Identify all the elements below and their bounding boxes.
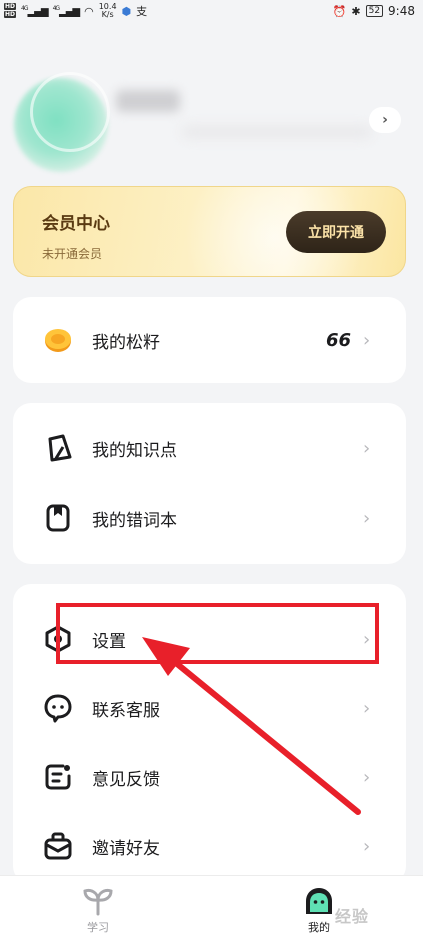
wrongbook-icon	[43, 503, 73, 533]
seeds-label: 我的松籽	[92, 332, 160, 353]
watermark: 经验	[335, 907, 370, 926]
profile-header[interactable]: ›	[0, 60, 423, 180]
list-item-support[interactable]: 联系客服 ›	[13, 675, 406, 741]
wifi-icon: ◠	[84, 4, 94, 18]
list-item-feedback[interactable]: 意见反馈 ›	[13, 744, 406, 810]
invite-icon	[43, 831, 73, 861]
chevron-right-icon: ›	[363, 507, 371, 529]
tab-study[interactable]: 学习	[68, 886, 128, 935]
list-item-knowledge[interactable]: 我的知识点 ›	[13, 415, 406, 481]
status-bar: HD HD 4G▂▄▆ 4G▂▄▆ ◠ 10.4 K/s ⬢ 支 ⏰ ✱ 52 …	[0, 0, 423, 22]
invite-label: 邀请好友	[92, 838, 160, 859]
network-speed: 10.4 K/s	[98, 2, 117, 19]
list-item-invite[interactable]: 邀请好友 ›	[13, 813, 406, 879]
wrongbook-label: 我的错词本	[92, 510, 177, 531]
seeds-count: 66	[326, 329, 352, 351]
vip-title: 会员中心	[42, 214, 110, 234]
list-item-seeds[interactable]: 我的松籽 66 ›	[13, 307, 406, 373]
alarm-icon: ⏰	[332, 4, 347, 18]
highlight-box	[56, 603, 379, 664]
profile-arrow-button[interactable]: ›	[369, 107, 401, 133]
hd-badge: HD HD	[4, 3, 17, 18]
chevron-right-icon: ›	[363, 437, 371, 459]
battery-indicator: 52	[365, 5, 384, 17]
mascot-icon	[306, 888, 332, 914]
chevron-right-icon: ›	[363, 697, 371, 719]
tab-study-label: 学习	[87, 921, 109, 934]
sprout-icon	[83, 888, 113, 916]
vip-status: 未开通会员	[42, 247, 103, 261]
username-blurred	[116, 90, 180, 112]
clock: 9:48	[388, 4, 415, 18]
knowledge-label: 我的知识点	[92, 440, 177, 461]
alipay-icon: 支	[136, 5, 148, 18]
chevron-right-icon: ›	[363, 835, 371, 857]
bluetooth-icon: ✱	[351, 4, 361, 18]
chat-icon	[43, 693, 73, 723]
signal-icon: 4G▂▄▆	[52, 4, 81, 18]
chevron-right-icon: ›	[363, 766, 371, 788]
study-card: 我的知识点 › 我的错词本 ›	[13, 403, 406, 564]
shield-icon: ⬢	[121, 4, 132, 18]
signal-icon: 4G▂▄▆	[21, 4, 49, 18]
support-label: 联系客服	[92, 700, 160, 721]
vip-open-button[interactable]: 立即开通	[286, 211, 386, 253]
coin-icon	[43, 325, 73, 355]
avatar-ring	[30, 72, 110, 152]
user-subtitle-blurred	[182, 126, 372, 138]
chevron-right-icon: ›	[363, 329, 371, 351]
seeds-card: 我的松籽 66 ›	[13, 297, 406, 383]
list-item-wrongbook[interactable]: 我的错词本 ›	[13, 485, 406, 551]
vip-card[interactable]: 会员中心 未开通会员 立即开通	[13, 186, 406, 277]
feedback-label: 意见反馈	[92, 769, 160, 790]
feedback-icon	[43, 762, 73, 792]
tab-mine-label: 我的	[308, 921, 330, 934]
knowledge-icon	[43, 433, 73, 463]
